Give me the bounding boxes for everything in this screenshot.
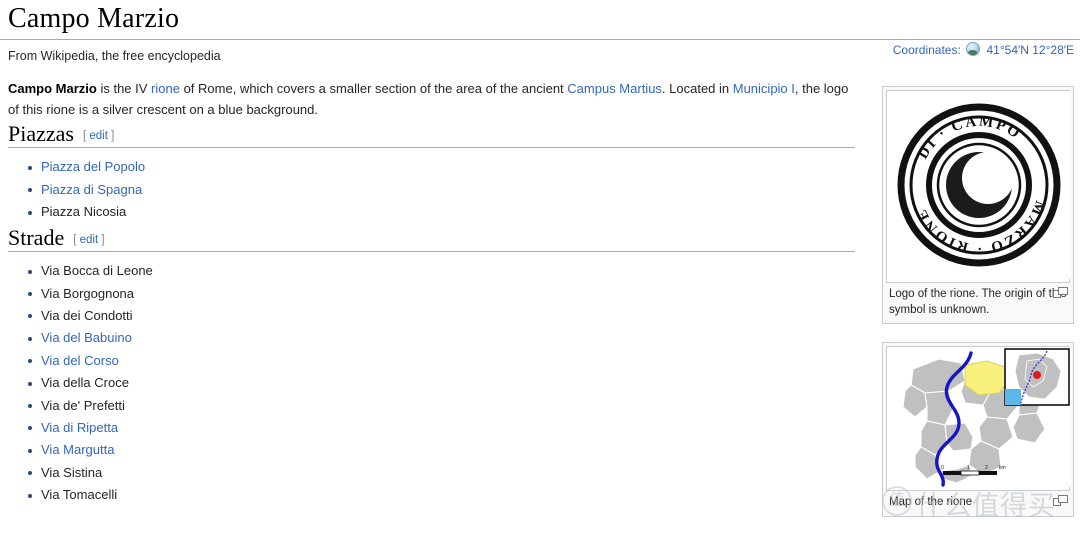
map-image-frame[interactable]: 0 1 2 km xyxy=(886,346,1071,491)
logo-image-frame[interactable]: DI · CAMPO MARZO · RIONE xyxy=(886,90,1071,283)
rione-seal-image[interactable]: DI · CAMPO MARZO · RIONE xyxy=(887,91,1071,279)
lead-text-2: of Rome, which covers a smaller section … xyxy=(179,80,568,96)
via-borgognona-text: Via Borgognona xyxy=(41,285,135,301)
list-item: Via di Ripetta xyxy=(28,417,855,439)
link-municipio-i[interactable]: Municipio I xyxy=(733,81,795,96)
bracket-close: ] xyxy=(111,129,115,142)
strade-list: Via Bocca di Leone Via Borgognona Via de… xyxy=(8,260,855,506)
edit-link-piazzas[interactable]: edit xyxy=(89,130,108,142)
piazzas-list: Piazza del Popolo Piazza di Spagna Piazz… xyxy=(8,156,855,223)
link-campus-martius[interactable]: Campus Martius xyxy=(567,81,662,96)
piazza-nicosia-text: Piazza Nicosia xyxy=(41,204,127,220)
piazza-del-popolo-link[interactable]: Piazza del Popolo xyxy=(41,159,145,174)
list-item: Via del Babuino xyxy=(28,327,855,349)
list-item: Via dei Condotti xyxy=(28,305,855,327)
list-item: Via del Corso xyxy=(28,350,855,372)
via-margutta-link[interactable]: Via Margutta xyxy=(41,442,114,457)
via-de-prefetti-text: Via de' Prefetti xyxy=(41,397,125,413)
lead-text-3: . Located in xyxy=(661,80,733,96)
list-item: Piazza Nicosia xyxy=(28,201,855,223)
coordinates[interactable]: Coordinates: 41°54′N 12°28′E xyxy=(893,42,1074,57)
list-item: Via della Croce xyxy=(28,372,855,394)
section-title-strade: Strade xyxy=(8,224,65,250)
list-item: Piazza del Popolo xyxy=(28,156,855,178)
list-item: Via Sistina xyxy=(28,462,855,484)
globe-icon xyxy=(966,42,981,56)
enlarge-icon[interactable] xyxy=(1053,287,1068,298)
thumbnail-logo: DI · CAMPO MARZO · RIONE Logo of the rio… xyxy=(882,86,1074,325)
via-del-corso-link[interactable]: Via del Corso xyxy=(41,353,119,368)
bracket-open: [ xyxy=(73,233,77,246)
via-tomacelli-text: Via Tomacelli xyxy=(41,487,118,503)
page-title: Campo Marzio xyxy=(8,3,180,34)
link-rione[interactable]: rione xyxy=(151,81,180,96)
map-caption-text: Map of the rione xyxy=(889,496,973,508)
edit-section-strade: [ edit ] xyxy=(73,234,104,246)
svg-text:2: 2 xyxy=(985,465,988,471)
section-heading-piazzas: Piazzas [ edit ] xyxy=(8,120,855,149)
via-della-croce-text: Via della Croce xyxy=(41,375,129,391)
via-di-ripetta-link[interactable]: Via di Ripetta xyxy=(41,420,118,435)
article-body: Campo Marzio is the IV rione of Rome, wh… xyxy=(0,78,855,507)
lead-paragraph: Campo Marzio is the IV rione of Rome, wh… xyxy=(8,78,855,120)
rione-map-image[interactable]: 0 1 2 km xyxy=(887,347,1071,487)
enlarge-icon[interactable] xyxy=(1053,495,1068,506)
logo-caption-text: Logo of the rione. The origin of this sy… xyxy=(889,288,1067,316)
logo-caption: Logo of the rione. The origin of this sy… xyxy=(886,283,1070,320)
svg-text:km: km xyxy=(999,465,1006,471)
bracket-open: [ xyxy=(82,129,87,142)
list-item: Via Borgognona xyxy=(28,283,855,305)
svg-text:1: 1 xyxy=(967,465,970,471)
via-del-babuino-link[interactable]: Via del Babuino xyxy=(41,330,132,345)
article-subject: Campo Marzio xyxy=(8,80,97,96)
inset-locator-map xyxy=(1004,348,1070,406)
coordinates-value[interactable]: 41°54′N 12°28′E xyxy=(987,43,1075,57)
edit-section-piazzas: [ edit ] xyxy=(83,130,114,142)
via-bocca-di-leone-text: Via Bocca di Leone xyxy=(41,263,153,279)
list-item: Via de' Prefetti xyxy=(28,395,855,417)
edit-link-strade[interactable]: edit xyxy=(80,234,99,246)
via-dei-condotti-text: Via dei Condotti xyxy=(41,307,133,323)
map-caption: Map of the rione xyxy=(886,491,1070,513)
list-item: Via Tomacelli xyxy=(28,484,855,506)
svg-text:0: 0 xyxy=(941,465,944,471)
location-marker xyxy=(1033,371,1041,379)
via-sistina-text: Via Sistina xyxy=(41,464,103,480)
list-item: Via Margutta xyxy=(28,439,855,461)
section-heading-strade: Strade [ edit ] xyxy=(8,224,855,253)
bracket-close: ] xyxy=(101,233,105,246)
thumbnail-map: 0 1 2 km Map of the rione xyxy=(882,342,1074,517)
list-item: Piazza di Spagna xyxy=(28,179,855,201)
piazza-di-spagna-link[interactable]: Piazza di Spagna xyxy=(41,182,142,197)
lead-text-1: is the IV xyxy=(96,80,152,96)
coordinates-label: Coordinates: xyxy=(892,43,961,57)
list-item: Via Bocca di Leone xyxy=(28,260,855,282)
section-title-piazzas: Piazzas xyxy=(8,120,74,146)
